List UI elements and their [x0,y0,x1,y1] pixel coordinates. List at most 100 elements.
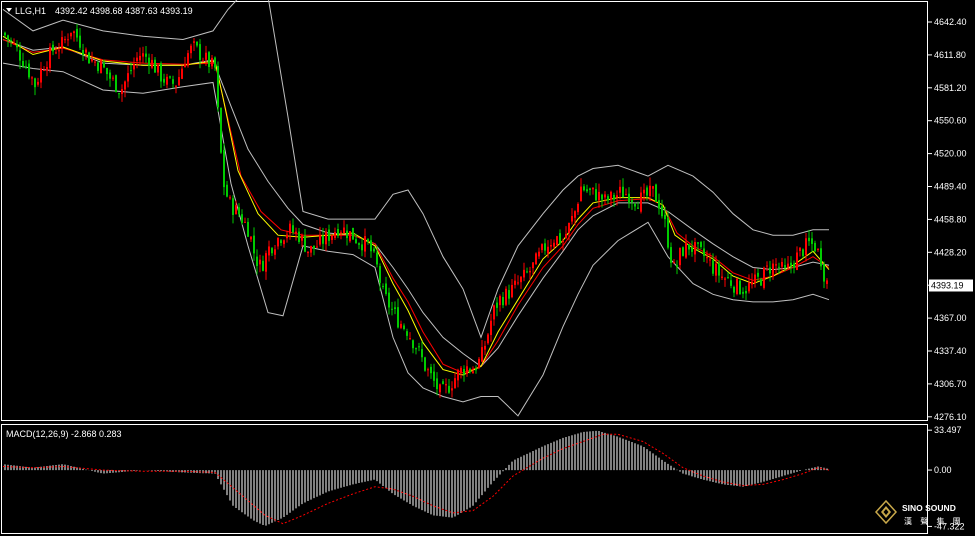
candle [136,52,138,69]
macd-label: MACD(12,26,9) -2.868 0.283 [6,429,122,439]
moving-averages [2,35,830,376]
price-tick-label: 4458.80 [934,214,967,224]
candle [691,240,693,257]
candle [550,239,552,252]
candle [370,235,372,258]
candle [799,247,801,257]
candle [670,242,672,268]
candle [142,46,144,64]
candle [571,208,573,225]
candle [655,183,657,203]
candle [196,41,198,48]
candle [541,243,543,253]
candle [61,30,63,54]
candle [565,226,567,239]
candle [790,256,792,274]
candle [592,187,594,195]
candle [49,43,51,73]
candle [223,143,225,196]
candle [187,50,189,68]
candle [313,245,315,256]
candle [325,228,327,252]
candle [544,238,546,255]
candle [241,209,243,225]
candle [337,223,339,239]
candle [166,73,168,89]
candle [511,279,513,299]
price-tick-label: 4306.70 [934,379,967,389]
candle [262,255,264,272]
candle [367,238,369,245]
candle [796,246,798,271]
candle [28,59,30,80]
candle [250,235,252,243]
candle [373,246,375,253]
candle [430,363,432,379]
candle [190,43,192,59]
current-price-label: 4393.19 [931,281,964,291]
candle [814,240,816,253]
price-axis: 4642.40 4611.80 4581.20 4550.60 4520.00 4489.… [928,17,967,422]
candle [58,42,60,59]
candle [292,218,294,235]
candle [628,187,630,209]
bollinger-lower-line [2,62,830,417]
current-price-marker: 4393.19 [929,279,973,292]
candle [85,47,87,60]
candle [742,287,744,299]
price-tick-label: 4276.10 [934,412,967,422]
candle [694,237,696,263]
candle [745,285,747,301]
candle [754,268,756,288]
bollinger-upper-line [2,0,829,339]
candle [301,233,303,247]
candle [724,277,726,287]
trading-chart[interactable]: 4642.40 4611.80 4581.20 4550.60 4520.00 4489.… [0,0,975,536]
candle [232,195,234,224]
candle [328,224,330,246]
candle [454,372,456,389]
candle [334,227,336,240]
candle [283,239,285,248]
candle [652,185,654,197]
candle [70,32,72,40]
candle [661,199,663,219]
logo-tagline: 漢 聲 集 團 [904,516,964,526]
candle [526,267,528,274]
candle [400,320,402,330]
candle [109,69,111,87]
candle [625,188,627,196]
candle [442,378,444,385]
candle [421,341,423,362]
dropdown-triangle-icon[interactable] [6,8,12,12]
candle [409,332,411,340]
candle [508,284,510,305]
candle [40,61,42,89]
macd-tick-label: 33.497 [934,425,962,435]
candle [610,190,612,207]
candle [100,58,102,74]
candle [415,347,417,355]
candle [178,69,180,87]
candle [253,227,255,261]
candle [268,240,270,262]
candle [67,33,69,47]
macd-tick-label: 0.00 [934,465,952,475]
candle [256,249,258,275]
candle [235,200,237,215]
candle [505,286,507,307]
candle [181,65,183,80]
candle [595,183,597,202]
candle [391,301,393,316]
candle [697,242,699,252]
candle [733,285,735,298]
candle [394,301,396,315]
candle [304,229,306,253]
candle [607,194,609,204]
candle [418,342,420,352]
candle [22,52,24,69]
candle [826,278,828,289]
candle [682,246,684,257]
candle [343,220,345,234]
candle [37,77,39,87]
